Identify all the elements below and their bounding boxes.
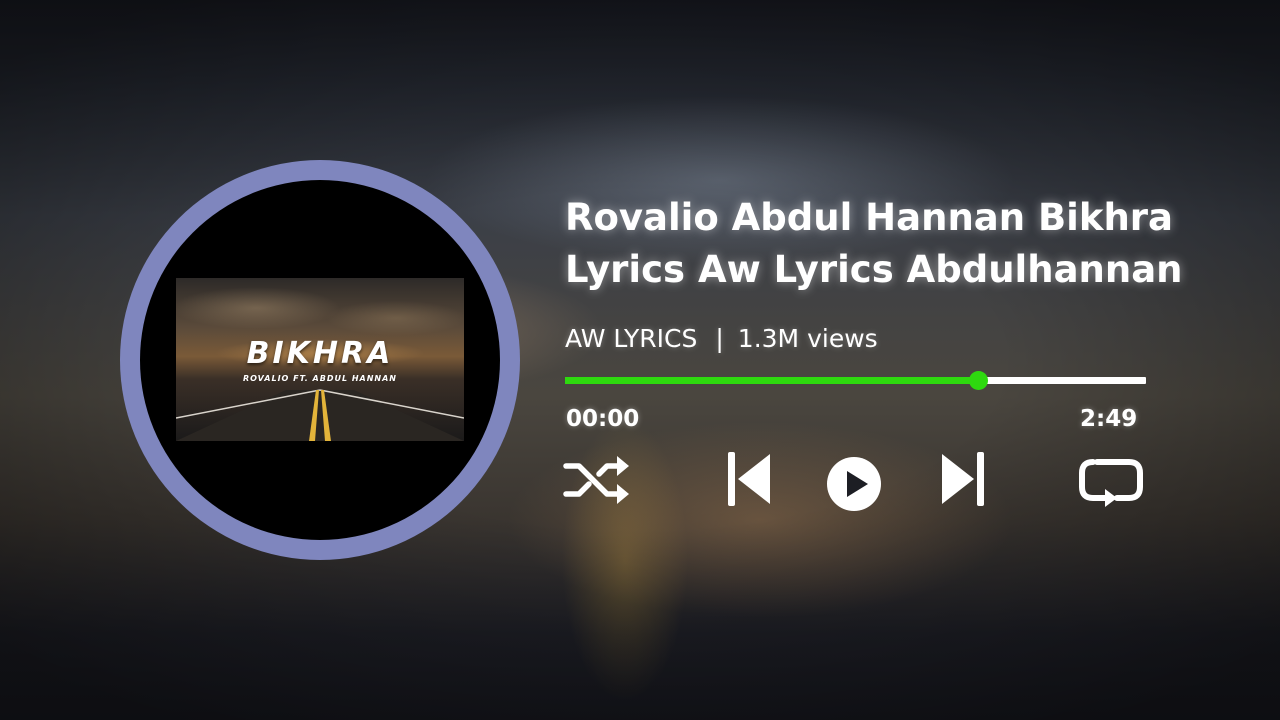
- album-art-disc: BIKHRA ROVALIO FT. ABDUL HANNAN: [140, 180, 500, 540]
- play-button[interactable]: [826, 456, 882, 512]
- track-title-line-2: Lyrics Aw Lyrics Abdulhannan: [565, 248, 1183, 291]
- next-button[interactable]: [940, 450, 986, 508]
- channel-name[interactable]: AW LYRICS: [565, 324, 697, 353]
- shuffle-button[interactable]: [563, 449, 631, 509]
- view-count: 1.3M views: [737, 324, 878, 353]
- current-time: 00:00: [566, 406, 640, 432]
- shuffle-icon: [563, 456, 629, 504]
- meta-separator: |: [715, 324, 724, 353]
- player-screen: BIKHRA ROVALIO FT. ABDUL HANNAN Rovalio …: [0, 0, 1280, 720]
- progress-played: [565, 377, 978, 384]
- album-art-ring: BIKHRA ROVALIO FT. ABDUL HANNAN: [120, 160, 520, 560]
- repeat-button[interactable]: [1077, 457, 1145, 507]
- progress-knob[interactable]: [968, 371, 988, 390]
- track-title: Rovalio Abdul Hannan Bikhra Lyrics Aw Ly…: [565, 192, 1265, 296]
- repeat-icon: [1079, 459, 1143, 507]
- total-time: 2:49: [1080, 406, 1138, 432]
- thumbnail-title: BIKHRA: [246, 336, 394, 371]
- video-thumbnail: BIKHRA ROVALIO FT. ABDUL HANNAN: [176, 278, 464, 441]
- track-meta: AW LYRICS | 1.3M views: [565, 322, 878, 356]
- previous-icon: [728, 452, 770, 506]
- thumbnail-subtitle: ROVALIO FT. ABDUL HANNAN: [242, 374, 398, 383]
- progress-bar[interactable]: [565, 371, 1146, 390]
- track-title-line-1: Rovalio Abdul Hannan Bikhra: [565, 196, 1174, 239]
- previous-button[interactable]: [726, 450, 772, 508]
- next-icon: [942, 452, 984, 506]
- play-icon: [827, 457, 881, 511]
